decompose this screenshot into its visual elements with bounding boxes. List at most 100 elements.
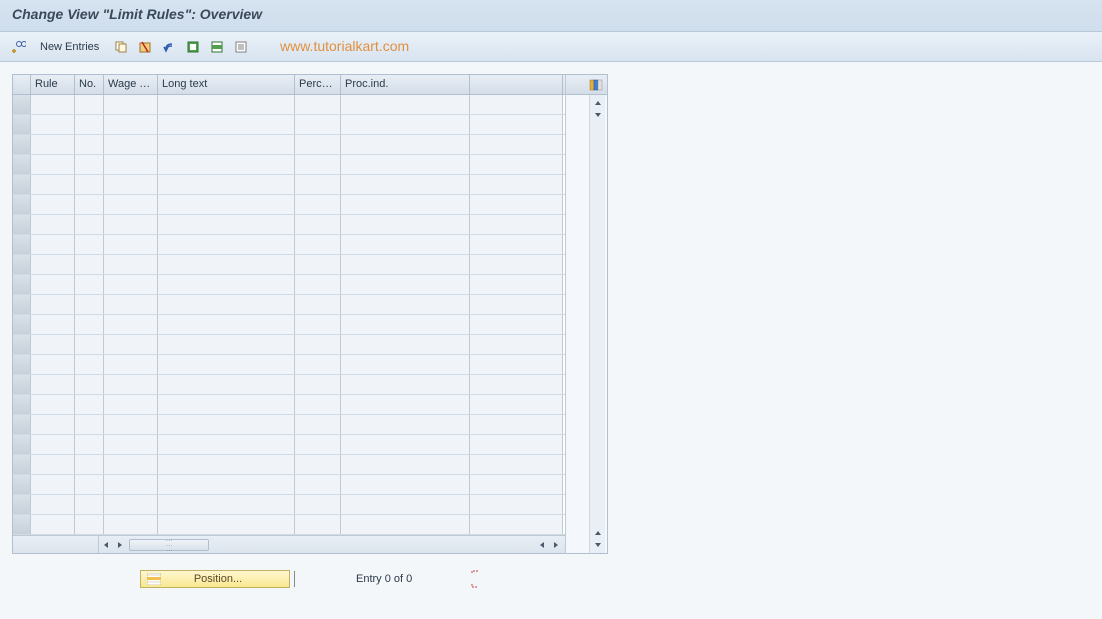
row-selector[interactable] [13, 415, 31, 434]
row-selector[interactable] [13, 95, 31, 114]
table-cell[interactable] [104, 195, 158, 214]
column-header-long-text[interactable]: Long text [158, 75, 295, 94]
table-cell[interactable] [75, 415, 104, 434]
table-cell[interactable] [470, 375, 563, 394]
column-header-no[interactable]: No. [75, 75, 104, 94]
table-cell[interactable] [31, 275, 75, 294]
table-cell[interactable] [158, 515, 295, 534]
row-selector[interactable] [13, 275, 31, 294]
table-cell[interactable] [158, 115, 295, 134]
table-row[interactable] [13, 275, 565, 295]
table-cell[interactable] [104, 475, 158, 494]
table-cell[interactable] [341, 135, 470, 154]
table-cell[interactable] [31, 115, 75, 134]
table-row[interactable] [13, 455, 565, 475]
scroll-left-button[interactable] [99, 538, 113, 552]
table-row[interactable] [13, 295, 565, 315]
table-cell[interactable] [158, 415, 295, 434]
scroll-thumb[interactable] [129, 539, 209, 551]
table-cell[interactable] [75, 195, 104, 214]
table-cell[interactable] [31, 415, 75, 434]
table-row[interactable] [13, 475, 565, 495]
row-selector[interactable] [13, 315, 31, 334]
table-row[interactable] [13, 175, 565, 195]
table-cell[interactable] [31, 355, 75, 374]
table-cell[interactable] [31, 215, 75, 234]
table-cell[interactable] [104, 115, 158, 134]
table-cell[interactable] [104, 315, 158, 334]
table-cell[interactable] [295, 315, 341, 334]
position-input[interactable] [294, 571, 302, 587]
scroll-down-button[interactable] [592, 109, 604, 121]
select-block-button[interactable] [207, 37, 227, 57]
table-cell[interactable] [341, 235, 470, 254]
row-selector[interactable] [13, 115, 31, 134]
table-cell[interactable] [295, 435, 341, 454]
row-selector[interactable] [13, 375, 31, 394]
column-header-percent[interactable]: Perce... [295, 75, 341, 94]
table-cell[interactable] [295, 495, 341, 514]
table-cell[interactable] [295, 195, 341, 214]
table-cell[interactable] [470, 195, 563, 214]
table-cell[interactable] [295, 235, 341, 254]
table-cell[interactable] [104, 215, 158, 234]
table-cell[interactable] [75, 155, 104, 174]
row-selector[interactable] [13, 255, 31, 274]
table-cell[interactable] [31, 375, 75, 394]
table-cell[interactable] [31, 495, 75, 514]
table-row[interactable] [13, 115, 565, 135]
table-cell[interactable] [158, 335, 295, 354]
table-cell[interactable] [31, 175, 75, 194]
table-cell[interactable] [295, 135, 341, 154]
table-cell[interactable] [158, 435, 295, 454]
table-cell[interactable] [158, 355, 295, 374]
table-cell[interactable] [341, 515, 470, 534]
table-cell[interactable] [31, 155, 75, 174]
table-cell[interactable] [75, 355, 104, 374]
row-selector[interactable] [13, 175, 31, 194]
table-cell[interactable] [158, 255, 295, 274]
table-cell[interactable] [341, 395, 470, 414]
table-cell[interactable] [158, 315, 295, 334]
copy-button[interactable] [111, 37, 131, 57]
column-selector[interactable] [13, 75, 31, 94]
table-cell[interactable] [295, 295, 341, 314]
scroll-up-button[interactable] [592, 97, 604, 109]
table-cell[interactable] [31, 455, 75, 474]
table-row[interactable] [13, 515, 565, 535]
table-row[interactable] [13, 415, 565, 435]
table-cell[interactable] [295, 155, 341, 174]
table-cell[interactable] [341, 375, 470, 394]
column-header-proc-ind[interactable]: Proc.ind. [341, 75, 470, 94]
table-row[interactable] [13, 395, 565, 415]
table-cell[interactable] [75, 95, 104, 114]
table-cell[interactable] [341, 335, 470, 354]
table-cell[interactable] [295, 455, 341, 474]
table-row[interactable] [13, 95, 565, 115]
table-cell[interactable] [75, 295, 104, 314]
table-cell[interactable] [75, 315, 104, 334]
table-row[interactable] [13, 435, 565, 455]
row-selector[interactable] [13, 295, 31, 314]
table-cell[interactable] [31, 235, 75, 254]
table-cell[interactable] [341, 195, 470, 214]
undo-button[interactable] [159, 37, 179, 57]
table-cell[interactable] [104, 95, 158, 114]
table-cell[interactable] [341, 295, 470, 314]
table-cell[interactable] [158, 135, 295, 154]
select-all-button[interactable] [183, 37, 203, 57]
table-cell[interactable] [341, 175, 470, 194]
table-cell[interactable] [158, 195, 295, 214]
table-cell[interactable] [158, 155, 295, 174]
table-cell[interactable] [470, 135, 563, 154]
table-cell[interactable] [470, 495, 563, 514]
table-row[interactable] [13, 215, 565, 235]
table-cell[interactable] [295, 415, 341, 434]
table-cell[interactable] [158, 475, 295, 494]
row-selector[interactable] [13, 475, 31, 494]
table-cell[interactable] [470, 435, 563, 454]
row-selector[interactable] [13, 455, 31, 474]
scroll-right-button[interactable] [113, 538, 127, 552]
table-cell[interactable] [470, 355, 563, 374]
table-cell[interactable] [341, 415, 470, 434]
